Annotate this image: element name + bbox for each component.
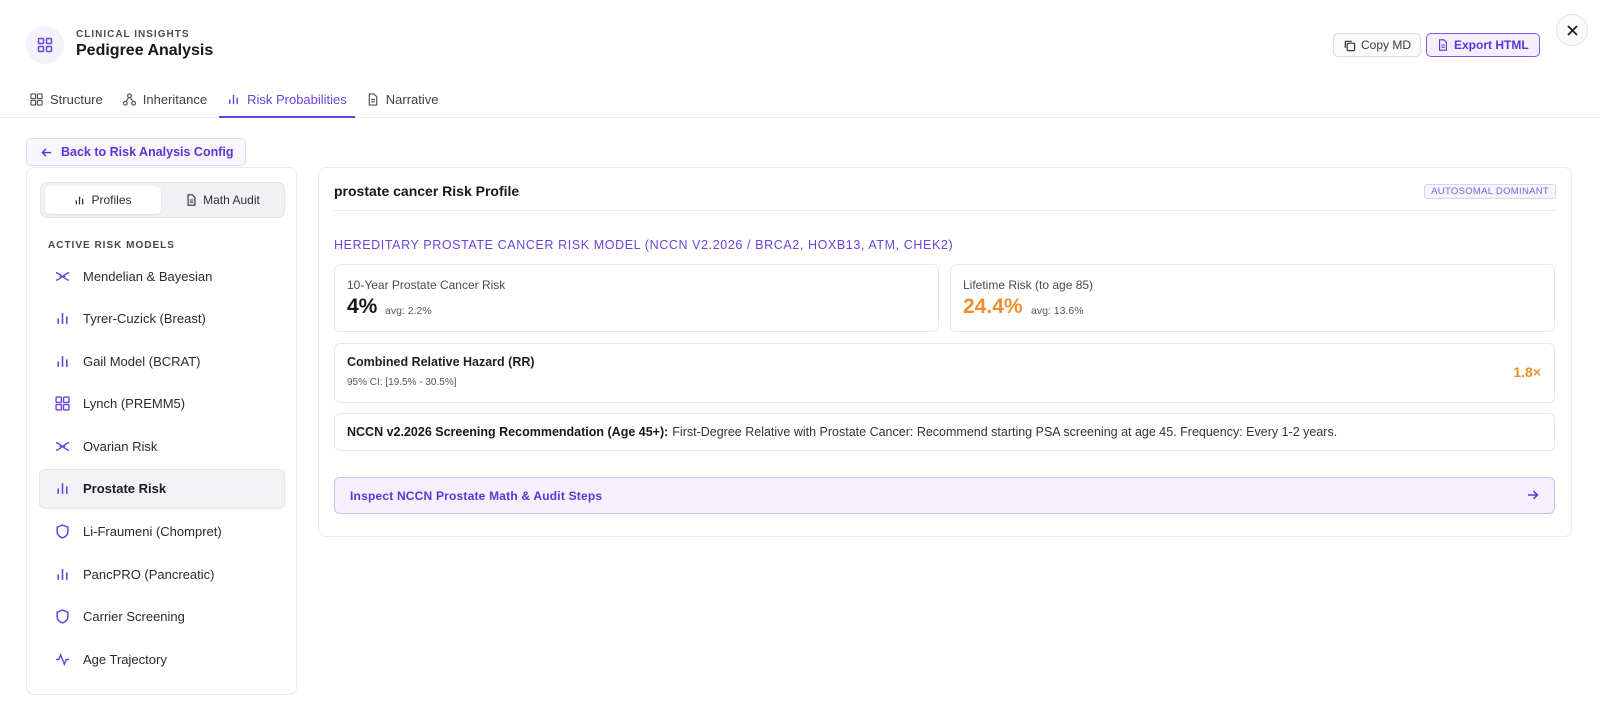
sidebar-item-pancpro[interactable]: PancPRO (Pancreatic)	[39, 554, 285, 594]
sidebar-item-prostate-risk[interactable]: Prostate Risk	[39, 468, 285, 509]
model-heading: HEREDITARY PROSTATE CANCER RISK MODEL (N…	[334, 238, 954, 252]
copy-icon	[1343, 39, 1356, 52]
close-button[interactable]	[1556, 14, 1588, 46]
dna-icon	[55, 439, 70, 454]
lifetime-risk-value: 24.4%	[963, 295, 1023, 318]
sidebar-item-carrier-screening[interactable]: Carrier Screening	[39, 597, 285, 637]
tab-label: Narrative	[385, 91, 439, 107]
relative-hazard-card: Combined Relative Hazard (RR) 95% CI: [1…	[334, 343, 1555, 403]
bar-chart-icon	[55, 567, 70, 582]
inspect-label: Inspect NCCN Prostate Math & Audit Steps	[350, 488, 603, 503]
sidebar-item-label: Gail Model (BCRAT)	[83, 353, 201, 369]
model-list: Mendelian & Bayesian Tyrer-Cuzick (Breas…	[39, 256, 285, 682]
divider	[334, 210, 1556, 211]
sidebar-item-label: PancPRO (Pancreatic)	[83, 566, 215, 582]
sidebar-item-label: Age Trajectory	[83, 651, 167, 667]
page-title: Pedigree Analysis	[76, 42, 214, 59]
ten-year-risk-value: 4%	[347, 295, 378, 318]
bar-chart-icon	[55, 354, 70, 369]
sidebar-item-mendelian-bayesian[interactable]: Mendelian & Bayesian	[39, 256, 285, 296]
document-icon	[186, 194, 197, 206]
screening-recommendation: NCCN v2.2026 Screening Recommendation (A…	[334, 413, 1555, 451]
bar-chart-icon	[227, 93, 240, 106]
confidence-interval: 95% CI: [19.5% - 30.5%]	[347, 377, 457, 388]
section-label: ACTIVE RISK MODELS	[48, 240, 175, 251]
tab-label: Inheritance	[142, 91, 208, 107]
shield-icon	[55, 609, 70, 624]
tab-bar: Structure Inheritance Risk Probabilities…	[30, 80, 449, 118]
math-audit-label: Math Audit	[203, 193, 260, 207]
recommendation-text: First-Degree Relative with Prostate Canc…	[672, 425, 1338, 439]
bar-chart-icon	[55, 311, 70, 326]
risk-profile-title: prostate cancer Risk Profile	[334, 183, 520, 199]
view-toggle: Profiles Math Audit	[40, 182, 285, 218]
sidebar-item-li-fraumeni[interactable]: Li-Fraumeni (Chompret)	[39, 512, 285, 552]
sidebar-item-age-trajectory[interactable]: Age Trajectory	[39, 639, 285, 679]
ten-year-risk-label: 10-Year Prostate Cancer Risk	[347, 278, 506, 292]
risk-profile-card: prostate cancer Risk Profile AUTOSOMAL D…	[318, 167, 1572, 537]
tab-label: Structure	[50, 91, 103, 107]
tab-label: Risk Probabilities	[247, 91, 347, 107]
risk-models-sidebar: Profiles Math Audit ACTIVE RISK MODELS M…	[26, 167, 297, 695]
sidebar-item-tyrer-cuzick[interactable]: Tyrer-Cuzick (Breast)	[39, 299, 285, 339]
back-to-config-button[interactable]: Back to Risk Analysis Config	[26, 138, 246, 166]
export-html-button[interactable]: Export HTML	[1426, 33, 1540, 57]
copy-md-button[interactable]: Copy MD	[1333, 33, 1422, 57]
profiles-label: Profiles	[91, 193, 132, 207]
bar-chart-icon	[55, 481, 70, 496]
sidebar-item-gail-model[interactable]: Gail Model (BCRAT)	[39, 341, 285, 381]
sidebar-item-label: Carrier Screening	[83, 609, 185, 625]
header-eyebrow: CLINICAL INSIGHTS	[76, 29, 190, 40]
sidebar-item-lynch[interactable]: Lynch (PREMM5)	[39, 384, 285, 424]
network-icon	[122, 92, 136, 106]
inspect-math-audit-button[interactable]: Inspect NCCN Prostate Math & Audit Steps	[334, 477, 1555, 514]
back-label: Back to Risk Analysis Config	[61, 145, 234, 159]
grid-icon	[55, 396, 70, 411]
activity-icon	[55, 652, 70, 667]
sidebar-item-ovarian-risk[interactable]: Ovarian Risk	[39, 426, 285, 466]
relative-hazard-label: Combined Relative Hazard (RR)	[347, 355, 535, 369]
sidebar-item-label: Tyrer-Cuzick (Breast)	[83, 311, 206, 327]
copy-md-label: Copy MD	[1361, 38, 1412, 52]
bar-chart-icon	[74, 195, 85, 206]
tab-structure[interactable]: Structure	[30, 80, 113, 118]
document-icon	[1437, 39, 1449, 51]
app-grid-icon	[26, 26, 64, 64]
relative-hazard-value: 1.8×	[1513, 364, 1541, 380]
document-icon	[367, 92, 379, 106]
inheritance-pattern-badge: AUTOSOMAL DOMINANT	[1424, 184, 1556, 199]
math-audit-toggle[interactable]: Math Audit	[165, 186, 281, 214]
recommendation-label: NCCN v2.2026 Screening Recommendation (A…	[347, 425, 669, 439]
tab-risk-probabilities[interactable]: Risk Probabilities	[217, 80, 357, 118]
dna-icon	[55, 269, 70, 284]
header: CLINICAL INSIGHTS Pedigree Analysis Copy…	[0, 0, 1600, 118]
close-icon	[1566, 24, 1578, 36]
sidebar-item-label: Prostate Risk	[83, 481, 167, 497]
grid-icon	[30, 92, 43, 106]
profiles-toggle[interactable]: Profiles	[45, 186, 161, 214]
lifetime-risk-label: Lifetime Risk (to age 85)	[963, 278, 1094, 292]
sidebar-item-label: Mendelian & Bayesian	[83, 268, 213, 284]
ten-year-risk-average: avg: 2.2%	[385, 305, 432, 317]
sidebar-item-label: Li-Fraumeni (Chompret)	[83, 524, 222, 540]
shield-icon	[55, 524, 70, 539]
tab-narrative[interactable]: Narrative	[357, 80, 449, 118]
lifetime-risk-average: avg: 13.6%	[1031, 305, 1084, 317]
arrow-right-icon	[1527, 489, 1539, 501]
lifetime-risk-card: Lifetime Risk (to age 85) 24.4% avg: 13.…	[950, 264, 1555, 332]
export-html-label: Export HTML	[1454, 38, 1529, 52]
arrow-left-icon	[41, 147, 52, 158]
ten-year-risk-card: 10-Year Prostate Cancer Risk 4% avg: 2.2…	[334, 264, 939, 332]
sidebar-item-label: Ovarian Risk	[83, 438, 158, 454]
tab-inheritance[interactable]: Inheritance	[113, 80, 217, 118]
sidebar-item-label: Lynch (PREMM5)	[83, 396, 186, 412]
